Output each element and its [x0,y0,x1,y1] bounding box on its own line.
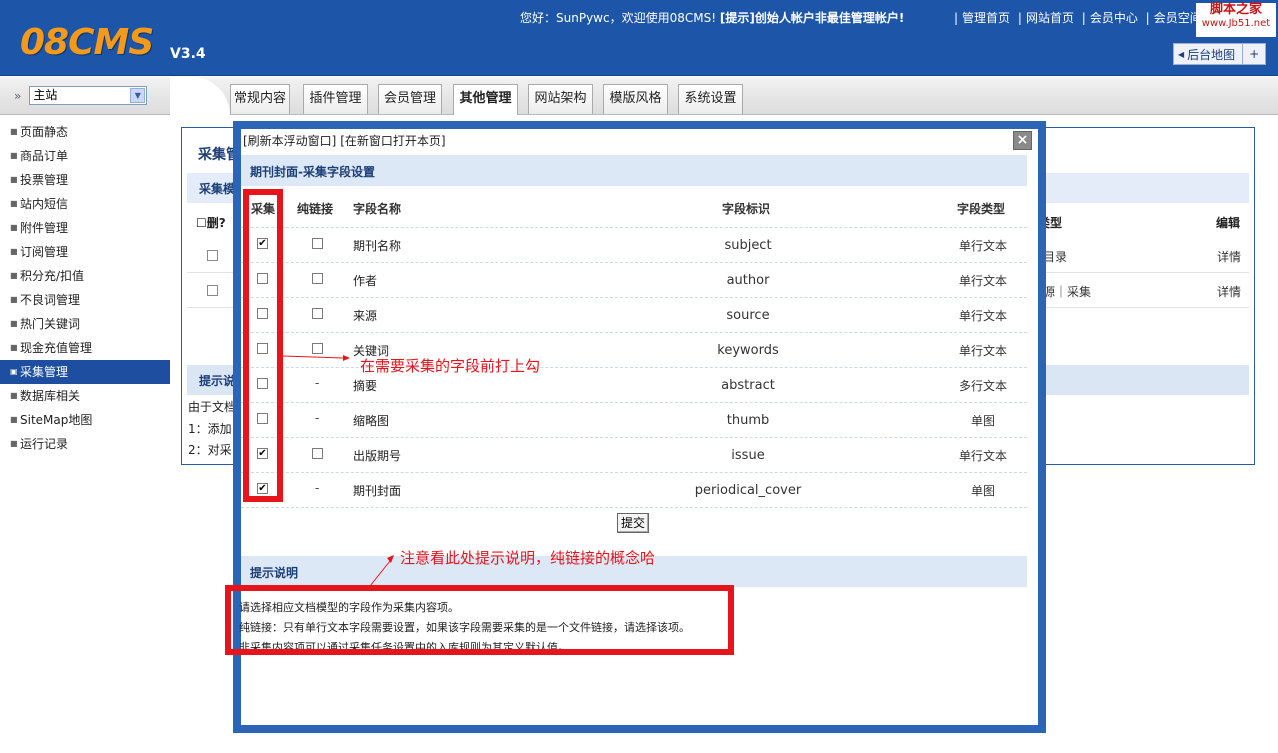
arrow-head-icon [343,355,350,361]
annotation-arrows [282,355,394,587]
arrow-line [282,355,344,359]
annotation-tip-note: 注意看此处提示说明，纯链接的概念哈 [400,549,656,567]
arrow-head-icon [387,555,394,563]
arrow-line [369,560,391,587]
annotation-collect-note: 在需要采集的字段前打上勾 [360,357,541,375]
